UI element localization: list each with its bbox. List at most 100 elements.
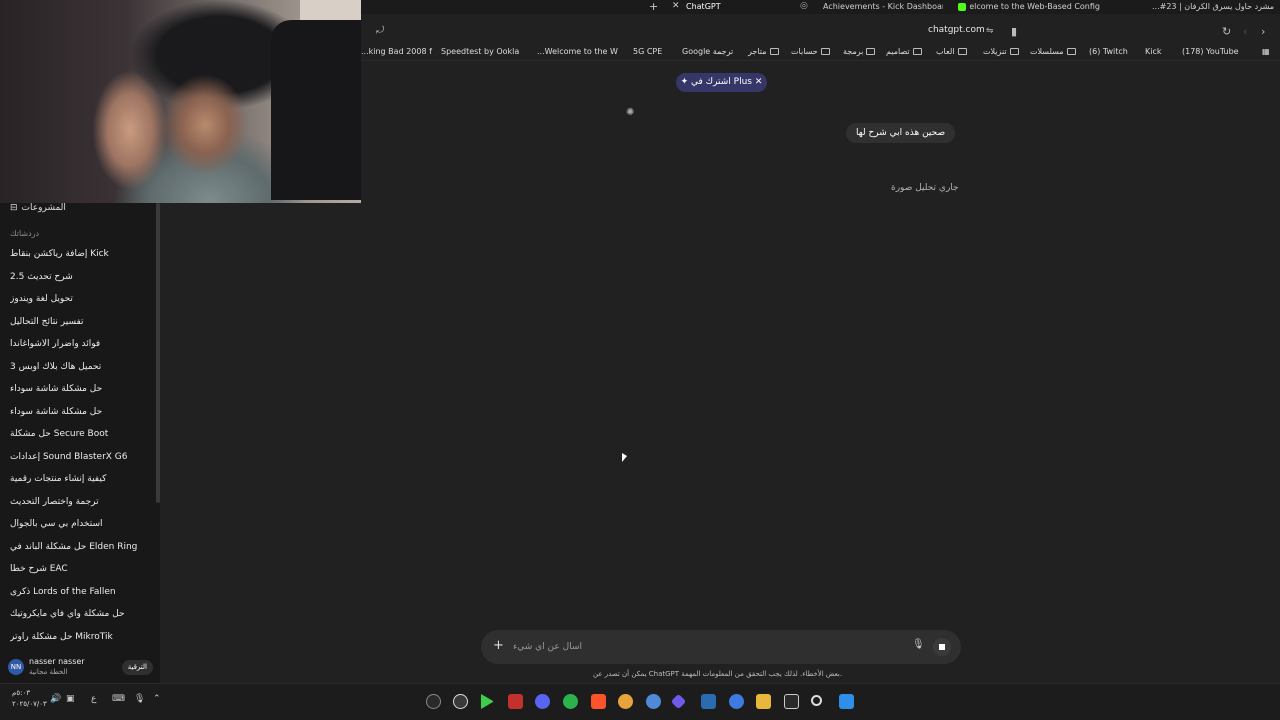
tab-chatgpt[interactable]: ChatGPT (686, 0, 786, 14)
analyzing-status: جاري تحليل صورة (891, 183, 959, 193)
bookmark-twitch[interactable]: (6) Twitch (1089, 47, 1128, 56)
sidebar: ⊟ المشروعات دردشاتك إضافة رياكشن بنقاط Ki… (0, 203, 160, 683)
apps-icon[interactable]: ▦ (1262, 47, 1270, 56)
obs-icon[interactable] (453, 694, 468, 709)
bookmark-icon[interactable]: ▮ (1011, 25, 1017, 38)
forward-icon[interactable]: ‹ (1243, 25, 1247, 38)
bookmark-folder-designs[interactable]: تصاميم (886, 47, 922, 56)
bookmark-youtube[interactable]: (178) YouTube (1182, 47, 1239, 56)
bookmark-5g-cpe[interactable]: 5G CPE (633, 47, 662, 56)
chrome-icon[interactable] (618, 694, 633, 709)
chat-item[interactable]: شرح خطأ EAC (10, 564, 150, 574)
tab-kick-dashboard[interactable]: Achievements - Kick Dashboard (823, 0, 943, 14)
bookmark-folder-series[interactable]: مسلسلات (1030, 47, 1076, 56)
kick-icon (958, 3, 966, 11)
mouse-cursor-icon (622, 453, 627, 462)
chat-item[interactable]: حل مشكلة Secure Boot (10, 429, 150, 439)
message-input[interactable] (513, 639, 903, 655)
bookmark-google-translate[interactable]: Google ترجمة (682, 47, 733, 56)
close-pill-icon[interactable]: ✕ (752, 77, 763, 87)
bookmark-folder-accounts[interactable]: حسابات (791, 47, 830, 56)
folder-icon (1066, 48, 1076, 55)
chat-item[interactable]: ذكرى Lords of the Fallen (10, 587, 150, 597)
chat-item[interactable]: تحميل هاك بلاك اوبس 3 (10, 362, 150, 372)
search-icon[interactable] (811, 695, 822, 706)
site-settings-icon[interactable]: ⇋ (986, 26, 994, 36)
folder-icon (820, 48, 830, 55)
chat-app-icon[interactable] (563, 694, 578, 709)
user-plan: الخطة مجانية (29, 668, 68, 676)
bookmark-folder-stores[interactable]: متاجر (748, 47, 779, 56)
bookmark-folder-programming[interactable]: برمجة (843, 47, 876, 56)
chat-item[interactable]: كيفية إنشاء منتجات رقمية (10, 474, 150, 484)
mic-tray-icon[interactable]: 🎙 (134, 694, 145, 704)
url-text[interactable]: chatgpt.com (928, 25, 985, 35)
chat-item[interactable]: شرح تحديث 2.5 (10, 272, 150, 282)
chat-item[interactable]: إضافة رياكشن بنقاط Kick (10, 249, 150, 259)
bookmark-folder-downloads[interactable]: تنزيلات (983, 47, 1019, 56)
chat-item[interactable]: إعدادات Sound BlasterX G6 (10, 452, 150, 462)
translator-icon[interactable] (701, 694, 716, 709)
user-profile[interactable]: NN nasser nasser الخطة مجانية الترقية (8, 656, 153, 680)
chatgpt-tab-icon: ◎ (800, 1, 808, 11)
chrome-profile-icon[interactable] (646, 694, 661, 709)
bookmark-breaking-bad[interactable]: ...king Bad 2008 f (361, 47, 432, 56)
chat-item[interactable]: فوائد وأضرار الأشواغاندا (10, 339, 150, 349)
stop-button[interactable] (933, 638, 951, 656)
taskbar: ٥:٠٣م ٢٠٢٥/٠٧/٠٣ 🔊 ▣ ع ⌨ 🎙 ⌃ (0, 683, 1280, 720)
speedometer-icon[interactable] (426, 694, 441, 709)
volume-icon[interactable]: 🔊 (50, 694, 61, 704)
projects-icon: ⊟ (10, 203, 18, 213)
sidebar-projects[interactable]: ⊟ المشروعات (10, 203, 66, 213)
chat-item[interactable]: حل مشكلة شاشة سوداء (10, 384, 150, 394)
avatar: NN (8, 659, 24, 675)
user-message-bubble: صحين هذه ابي شرح لها (846, 123, 956, 143)
bookmark-kick[interactable]: Kick (1145, 47, 1162, 56)
chat-item[interactable]: حل مشكلة شاشة سوداء (10, 407, 150, 417)
tab-kick-video[interactable]: مشرد حاول يسرق الكرفان | 23#... (1134, 0, 1274, 14)
recorder-icon[interactable] (508, 694, 523, 709)
tab-router-config[interactable]: Welcome to the Web-Based Config... (970, 0, 1100, 14)
play-icon[interactable] (481, 694, 493, 709)
user-name: nasser nasser (29, 657, 85, 666)
bookmark-folder-games[interactable]: العاب (936, 47, 967, 56)
upgrade-plus-pill[interactable]: ✦ اشترك في Plus ✕ (676, 73, 767, 92)
webcam-overlay (0, 0, 361, 203)
clock-time[interactable]: ٥:٠٣م (12, 689, 30, 697)
brave-icon[interactable] (591, 694, 606, 709)
disclaimer: يمكن أن تصدر عن ChatGPT بعض الأخطاء. لذل… (593, 670, 843, 678)
chat-item[interactable]: استخدام بي سي بالجوال (10, 519, 150, 529)
back-icon[interactable]: › (1261, 25, 1265, 38)
keyboard-icon[interactable]: ⌨ (112, 694, 125, 704)
tray-chevron-icon[interactable]: ⌃ (153, 694, 161, 704)
chat-item[interactable]: حل مشكلة واي فاي مايكروتيك (10, 609, 150, 619)
start-windows-icon[interactable] (839, 694, 854, 709)
language-indicator[interactable]: ع (91, 694, 96, 704)
chat-item[interactable]: تفسير نتائج التحاليل (10, 317, 150, 327)
microphone-icon[interactable]: 🎙 (912, 639, 925, 650)
chat-item[interactable]: ترجمة واختصار التحديث (10, 497, 150, 507)
chat-item[interactable]: حل مشكلة راوتر MikroTik (10, 632, 150, 642)
chats-heading: دردشاتك (10, 229, 40, 238)
folder-icon (912, 48, 922, 55)
bookmark-welcome[interactable]: ...Welcome to the W (537, 47, 618, 56)
upgrade-button[interactable]: الترقية (121, 660, 153, 675)
chat-item[interactable]: حل مشكلة الباند في Elden Ring (10, 542, 150, 552)
bookmark-speedtest[interactable]: Speedtest by Ookla (441, 47, 519, 56)
sidebar-scrollbar[interactable] (156, 203, 160, 503)
folder-icon (957, 48, 967, 55)
network-icon[interactable]: ▣ (66, 694, 75, 704)
close-tab-icon[interactable]: ✕ (672, 1, 680, 11)
share-icon[interactable]: ⤾ (376, 25, 384, 36)
new-tab-icon[interactable]: + (649, 0, 658, 13)
stop-icon (939, 644, 945, 650)
discord-icon[interactable] (535, 694, 550, 709)
file-explorer-icon[interactable] (756, 694, 771, 709)
diamond-app-icon[interactable] (670, 693, 687, 710)
messenger-icon[interactable] (729, 694, 744, 709)
chat-item[interactable]: تحويل لغة ويندوز (10, 294, 150, 304)
reload-icon[interactable]: ↻ (1222, 25, 1231, 38)
attach-plus-button[interactable]: + (493, 638, 504, 653)
task-view-icon[interactable] (784, 694, 799, 709)
clock-date[interactable]: ٢٠٢٥/٠٧/٠٣ (12, 700, 47, 708)
